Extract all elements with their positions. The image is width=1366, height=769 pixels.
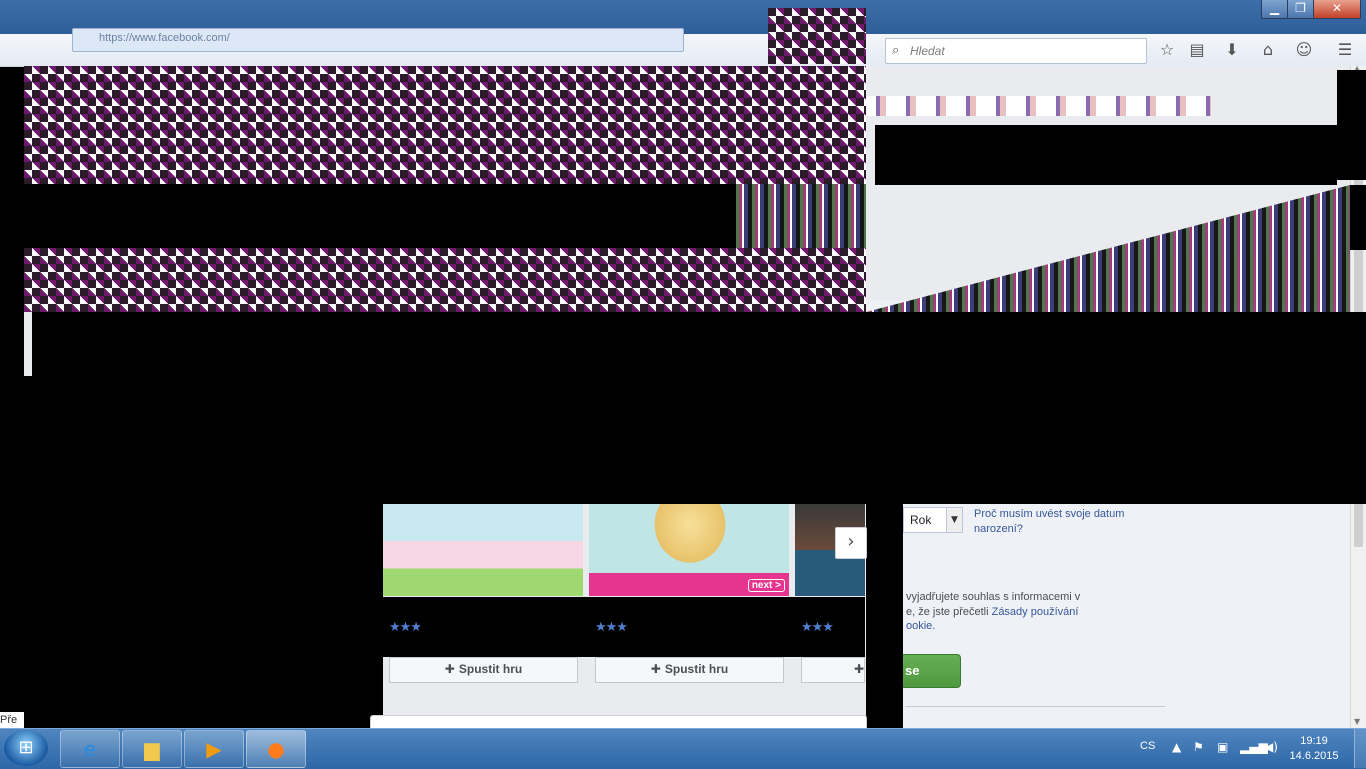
action-center-flag-icon[interactable]: ⚑: [1193, 740, 1204, 754]
file-explorer-icon[interactable]: ▆: [122, 730, 182, 768]
game-card[interactable]: [383, 504, 583, 596]
carousel-next-button[interactable]: ›: [835, 527, 867, 559]
chevron-down-icon: ▼: [946, 508, 962, 532]
language-indicator[interactable]: CS: [1140, 740, 1155, 752]
terms-text: vyjadřujete souhlas s informacemi v e, ž…: [906, 590, 1106, 634]
show-hidden-icons-icon[interactable]: ▲: [1172, 740, 1181, 754]
glitch-area: [866, 96, 1211, 116]
glitch-area: [736, 184, 866, 248]
address-bar[interactable]: https://www.facebook.com/: [72, 28, 684, 52]
close-button[interactable]: ✕: [1313, 0, 1361, 19]
game-rating: ★★★: [595, 620, 628, 635]
maximize-button[interactable]: ❐: [1287, 0, 1314, 19]
glitch-area: [768, 8, 866, 64]
show-desktop-button[interactable]: [1354, 729, 1366, 768]
glitch-area: [24, 248, 866, 312]
minimize-button[interactable]: ▁: [1261, 0, 1288, 19]
divider: [905, 706, 1165, 707]
play-game-button[interactable]: ✚ Spustit hru: [389, 657, 578, 683]
reading-list-icon[interactable]: ▤: [1184, 38, 1210, 62]
game-art: [645, 504, 735, 573]
gamepad-icon: ✚: [854, 662, 865, 676]
search-icon: ⌕: [892, 43, 900, 58]
start-button[interactable]: ⊞: [4, 730, 48, 766]
star-icon[interactable]: ☆: [1154, 38, 1180, 62]
address-text: https://www.facebook.com/: [99, 32, 230, 44]
internet-explorer-icon[interactable]: e: [60, 730, 120, 768]
game-rating: ★★★: [389, 620, 422, 635]
search-placeholder: Hledat: [910, 44, 945, 58]
signup-button[interactable]: se: [903, 654, 961, 688]
glitch-area: [32, 312, 1366, 376]
media-player-icon[interactable]: ▶: [184, 730, 244, 768]
volume-icon[interactable]: ◀): [1264, 740, 1278, 754]
game-thumbnail[interactable]: [383, 504, 583, 596]
data-policy-link[interactable]: Zásady používání: [992, 606, 1079, 618]
game-rating: ★★★: [801, 620, 834, 635]
play-game-button[interactable]: ✚ Spustit hru: [595, 657, 784, 683]
taskbar-clock[interactable]: 19:19 14.6.2015: [1284, 734, 1344, 764]
play-game-button[interactable]: ✚: [801, 657, 865, 683]
chat-icon[interactable]: ☺: [1291, 38, 1317, 62]
next-tag: next >: [747, 579, 785, 592]
glitch-area: [1337, 70, 1366, 180]
status-text: Pře: [0, 712, 24, 728]
birth-year-select[interactable]: Rok ▼: [903, 507, 963, 533]
device-icon[interactable]: ▣: [1217, 740, 1228, 754]
search-input[interactable]: ⌕ Hledat: [885, 38, 1147, 64]
scroll-down-icon[interactable]: ▼: [1354, 717, 1360, 726]
menu-icon[interactable]: ☰: [1332, 38, 1358, 62]
firefox-icon[interactable]: ●: [246, 730, 306, 768]
game-thumbnail[interactable]: next >: [589, 504, 789, 596]
why-birthday-link[interactable]: Proč musím uvést svoje datum narození?: [974, 507, 1134, 537]
glitch-area: [866, 504, 903, 728]
glitch-area: [24, 66, 866, 184]
glitch-area: [0, 376, 1366, 504]
gamepad-icon: ✚: [650, 662, 661, 676]
gamepad-icon: ✚: [444, 662, 455, 676]
home-icon[interactable]: ⌂: [1255, 38, 1281, 62]
glitch-area: [0, 184, 736, 248]
game-card[interactable]: next >: [589, 504, 789, 596]
glitch-area: [24, 504, 383, 728]
download-icon[interactable]: ⬇: [1219, 38, 1245, 62]
glitch-area: [1350, 185, 1366, 250]
cookie-link[interactable]: ookie.: [906, 619, 1106, 634]
glitch-area: [875, 125, 1337, 185]
